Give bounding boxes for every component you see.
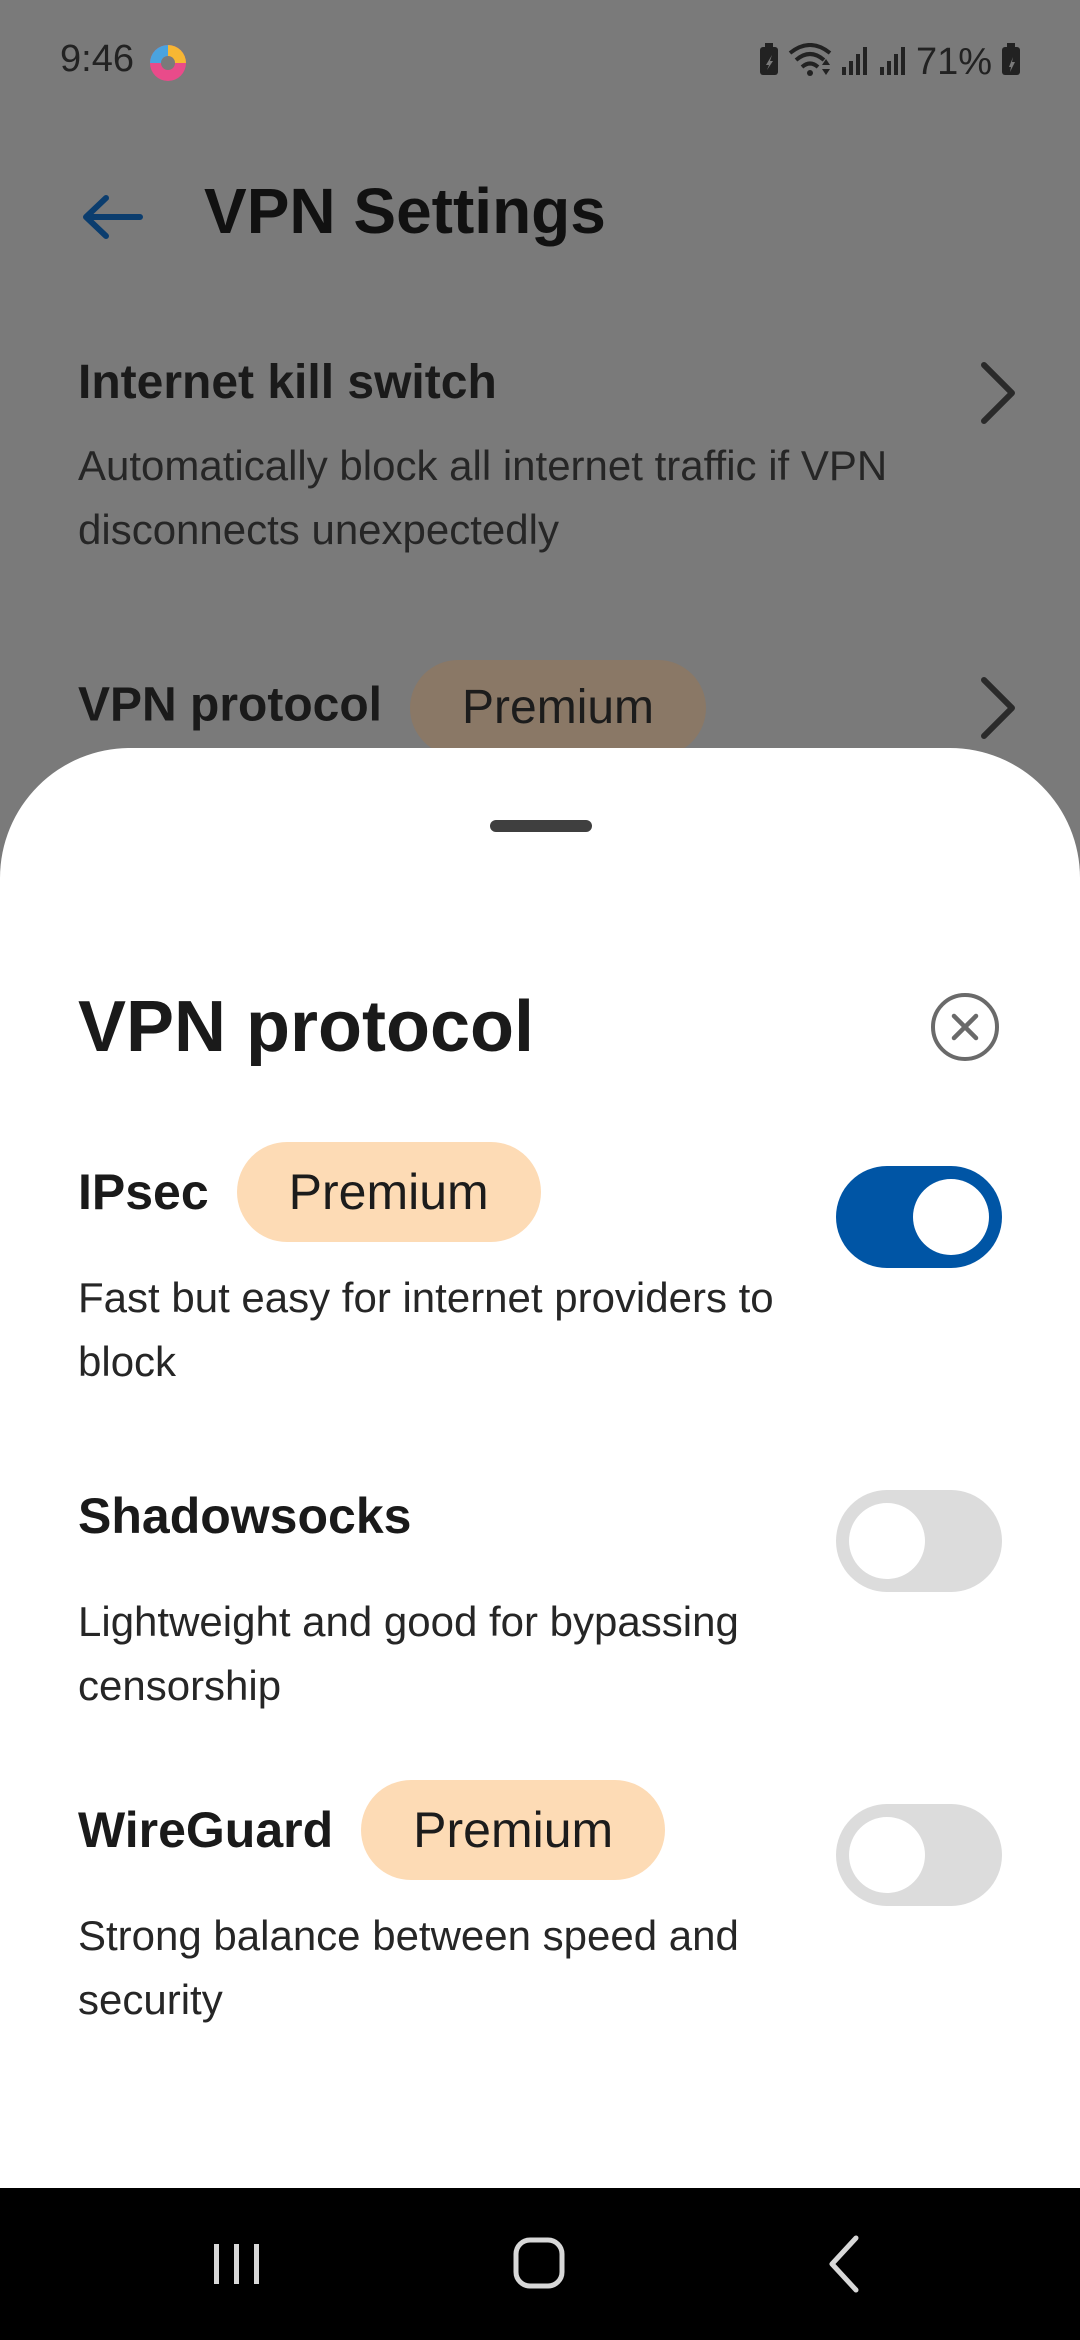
ipsec-toggle[interactable] [836, 1166, 1002, 1268]
option-description: Fast but easy for internet providers to … [78, 1274, 774, 1385]
sheet-title: VPN protocol [78, 987, 535, 1067]
navigation-bar [0, 2188, 1080, 2340]
recent-apps-icon[interactable] [192, 2226, 282, 2302]
close-circle-icon[interactable] [930, 992, 1000, 1062]
battery-percent: 71% [915, 40, 992, 83]
drag-handle[interactable] [490, 820, 592, 832]
battery-saver-icon [758, 42, 780, 82]
setting-title-label: VPN protocol [78, 678, 383, 732]
chevron-right-icon [976, 359, 1020, 427]
signal-icon [840, 43, 870, 82]
setting-title: VPN protocol Premium [78, 660, 1020, 756]
premium-badge: Premium [361, 1780, 666, 1880]
home-icon[interactable] [494, 2226, 584, 2302]
status-time: 9:46 [60, 38, 134, 80]
setting-kill-switch[interactable]: Internet kill switch Automatically block… [78, 355, 1020, 562]
arrow-left-icon[interactable] [80, 190, 144, 244]
battery-icon [1000, 42, 1022, 82]
setting-title: Internet kill switch [78, 356, 497, 409]
option-name: Shadowsocks [78, 1488, 412, 1544]
option-wireguard: WireGuard Premium Strong balance between… [78, 1780, 1002, 2032]
app-notification-icon [148, 43, 188, 83]
wifi-icon [788, 42, 832, 82]
back-icon[interactable] [800, 2226, 890, 2302]
toggle-knob [849, 1817, 925, 1893]
toggle-knob [913, 1179, 989, 1255]
option-description: Lightweight and good for bypassing censo… [78, 1598, 739, 1709]
shadowsocks-toggle[interactable] [836, 1490, 1002, 1592]
toggle-knob [849, 1503, 925, 1579]
status-bar: 9:46 71% [0, 0, 1080, 125]
chevron-right-icon [976, 674, 1020, 742]
option-name: IPsec [78, 1164, 209, 1220]
wireguard-toggle[interactable] [836, 1804, 1002, 1906]
option-shadowsocks: Shadowsocks Lightweight and good for byp… [78, 1466, 1002, 1718]
bottom-sheet: VPN protocol IPsec Premium Fast but easy… [0, 748, 1080, 2188]
premium-badge: Premium [236, 1142, 541, 1242]
setting-vpn-protocol[interactable]: VPN protocol Premium [78, 660, 1020, 756]
option-description: Strong balance between speed and securit… [78, 1912, 739, 2023]
app-bar: VPN Settings [0, 160, 1080, 270]
page-title: VPN Settings [204, 175, 606, 247]
option-name: WireGuard [78, 1802, 334, 1858]
setting-description: Automatically block all internet traffic… [78, 442, 888, 553]
option-ipsec: IPsec Premium Fast but easy for internet… [78, 1142, 1002, 1394]
signal-icon [878, 43, 908, 82]
status-icons: 71% [758, 38, 1022, 86]
premium-badge: Premium [410, 660, 707, 756]
